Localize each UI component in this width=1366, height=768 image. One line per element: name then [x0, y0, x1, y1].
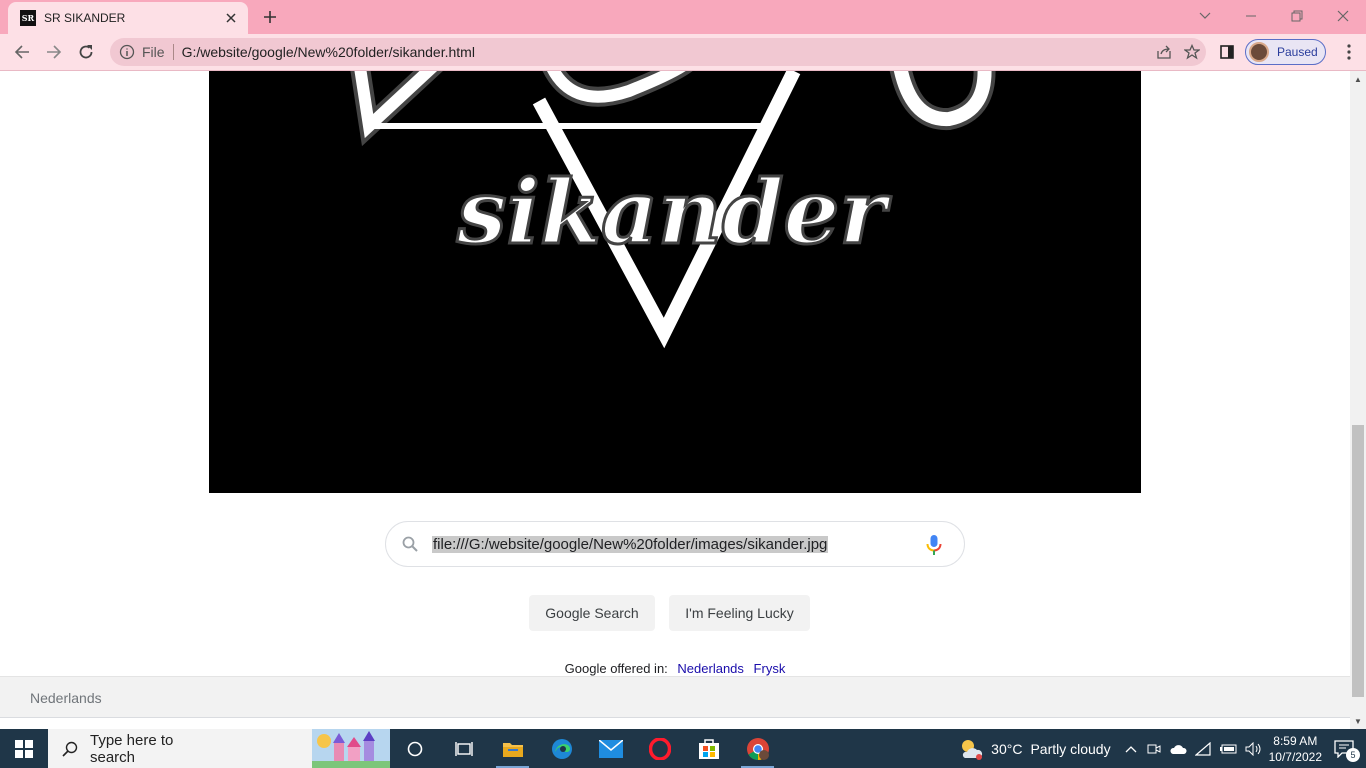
tab-close-icon[interactable] [220, 7, 242, 29]
vertical-scrollbar[interactable]: ▲ ▼ [1350, 71, 1366, 729]
opera-icon[interactable] [635, 729, 684, 768]
battery-icon[interactable] [1219, 743, 1237, 755]
search-input[interactable]: file:///G:/website/google/New%20folder/i… [432, 535, 829, 553]
weather-icon[interactable] [959, 738, 983, 760]
bookmark-star-icon[interactable] [1178, 38, 1206, 66]
close-window-icon[interactable] [1320, 0, 1366, 32]
wifi-icon[interactable] [1194, 741, 1211, 756]
language-link-nederlands[interactable]: Nederlands [677, 661, 744, 676]
scroll-up-arrow-icon[interactable]: ▲ [1350, 71, 1366, 87]
chrome-icon[interactable] [733, 729, 782, 768]
profile-button[interactable]: Paused [1245, 39, 1326, 65]
sikander-logo-image: sikander [209, 71, 1141, 493]
language-offer-label: Google offered in: [564, 661, 668, 676]
meet-now-icon[interactable] [1147, 742, 1161, 756]
search-highlight-icon [312, 729, 390, 768]
address-bar[interactable]: File G:/website/google/New%20folder/sika… [110, 38, 1206, 66]
search-box[interactable]: file:///G:/website/google/New%20folder/i… [385, 521, 965, 567]
clock-date: 10/7/2022 [1268, 749, 1322, 764]
forward-arrow-icon[interactable] [40, 38, 68, 66]
language-offer: Google offered in: Nederlands Frysk [0, 661, 1350, 676]
reload-icon[interactable] [72, 38, 100, 66]
minimize-icon[interactable] [1228, 0, 1274, 32]
taskbar-clock[interactable]: 8:59 AM 10/7/2022 [1269, 733, 1322, 765]
more-menu-icon[interactable] [1336, 38, 1362, 66]
profile-status: Paused [1277, 45, 1318, 59]
new-tab-icon[interactable] [256, 4, 284, 30]
browser-toolbar: File G:/website/google/New%20folder/sika… [0, 34, 1366, 71]
side-panel-icon[interactable] [1213, 38, 1241, 66]
windows-start-icon[interactable] [0, 729, 48, 768]
feeling-lucky-button[interactable]: I'm Feeling Lucky [669, 595, 810, 631]
page-viewport: sikander file:///G:/website/google/New%2… [0, 71, 1350, 729]
microsoft-store-icon[interactable] [684, 729, 733, 768]
scroll-thumb[interactable] [1352, 425, 1364, 697]
language-link-frysk[interactable]: Frysk [754, 661, 786, 676]
taskbar-search[interactable]: Type here to search [48, 729, 390, 768]
search-icon [400, 534, 420, 554]
google-search-button[interactable]: Google Search [529, 595, 655, 631]
tab-search-chevron-icon[interactable] [1182, 0, 1228, 32]
notification-count: 5 [1346, 747, 1360, 762]
clock-time: 8:59 AM [1273, 733, 1318, 748]
browser-tab[interactable]: SR SR SIKANDER [8, 2, 248, 34]
restore-icon[interactable] [1274, 0, 1320, 32]
scroll-down-arrow-icon[interactable]: ▼ [1350, 713, 1366, 729]
file-explorer-icon[interactable] [488, 729, 537, 768]
cortana-icon[interactable] [390, 729, 439, 768]
system-tray: 30°C Partly cloudy 8:59 AM 10/7/2022 5 [959, 729, 1366, 768]
taskbar-search-icon [62, 741, 78, 757]
tab-favicon: SR [20, 10, 36, 26]
info-icon[interactable] [118, 43, 136, 61]
task-view-icon[interactable] [439, 729, 488, 768]
url-text[interactable]: G:/website/google/New%20folder/sikander.… [182, 44, 1150, 60]
show-hidden-icons-chevron-icon[interactable] [1125, 745, 1137, 753]
windows-taskbar: Type here to search 30°C Partly cloudy 8… [0, 729, 1366, 768]
footer-country: Nederlands [30, 690, 102, 706]
scheme-label: File [142, 44, 165, 60]
onedrive-cloud-icon[interactable] [1169, 743, 1187, 755]
weather-condition[interactable]: Partly cloudy [1030, 741, 1110, 757]
weather-temp[interactable]: 30°C [991, 741, 1022, 757]
tab-title: SR SIKANDER [44, 11, 126, 25]
share-icon[interactable] [1150, 38, 1178, 66]
avatar [1249, 42, 1269, 62]
back-arrow-icon[interactable] [8, 38, 36, 66]
tab-strip: SR SR SIKANDER [0, 0, 1366, 34]
microphone-icon[interactable] [924, 534, 944, 556]
page-footer: Nederlands [0, 676, 1350, 718]
mail-icon[interactable] [586, 729, 635, 768]
taskbar-search-placeholder: Type here to search [90, 731, 174, 766]
volume-icon[interactable] [1245, 741, 1263, 756]
notifications-icon[interactable]: 5 [1334, 739, 1360, 762]
edge-browser-icon[interactable] [537, 729, 586, 768]
address-divider [172, 44, 174, 60]
logo-text: sikander [456, 160, 891, 264]
